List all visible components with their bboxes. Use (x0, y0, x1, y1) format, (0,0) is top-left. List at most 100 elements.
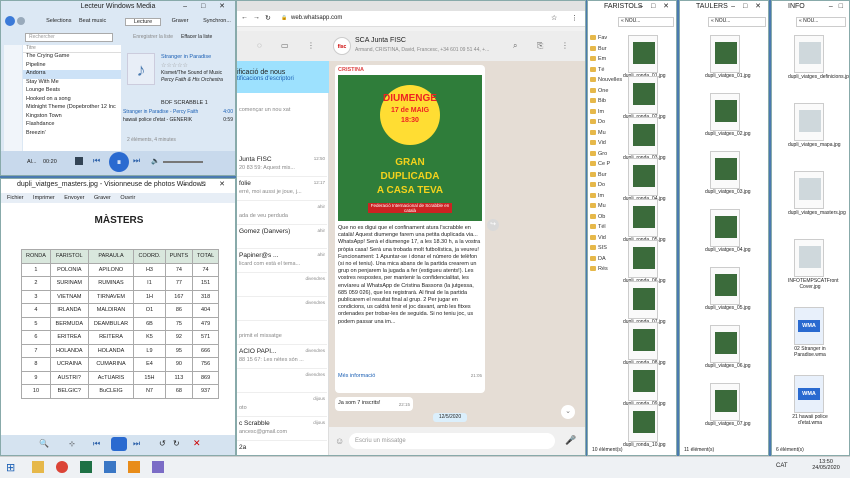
chat-item[interactable]: ACIÓ PAPI... 88 15 67: Les nètes són ... d… (237, 345, 327, 369)
image-thumbnail[interactable] (710, 93, 740, 131)
chat-item[interactable]: 2a (237, 441, 327, 455)
forward-icon[interactable]: ↪ (487, 219, 499, 231)
file-name[interactable]: dupli_viatges_definicions.jpg (788, 74, 849, 80)
image-thumbnail[interactable] (794, 239, 824, 277)
file-name[interactable]: dupli_viatges_masters.jpg (788, 210, 846, 216)
scroll-down-button[interactable]: ⌄ (561, 405, 575, 419)
chat-item[interactable]: oto dijous (237, 393, 327, 417)
slideshow-button[interactable] (111, 437, 127, 451)
nav-tree-item[interactable]: Té (590, 67, 604, 73)
window-controls[interactable]: – □ ✕ (183, 1, 231, 13)
volume-icon[interactable]: 🔈 (151, 157, 160, 165)
star-icon[interactable]: ☆ (551, 14, 557, 22)
delete-icon[interactable]: ✕ (193, 438, 201, 449)
nav-beat-music[interactable]: Beat music (79, 18, 106, 24)
search-chats[interactable]: començar un nou xat (239, 107, 290, 113)
rotate-right-icon[interactable]: ↻ (173, 439, 180, 448)
taulers-path[interactable]: « NOU... (708, 17, 766, 27)
stop-icon[interactable] (75, 157, 83, 165)
file-name[interactable]: dupli_viatges_07.jpg (705, 421, 751, 427)
image-thumbnail[interactable] (710, 325, 740, 363)
notification-banner[interactable]: ificació de nous tificacions d'escriptor… (237, 61, 329, 93)
media-player-taskbar-icon[interactable] (128, 461, 140, 473)
track-item[interactable]: Stay With Me (23, 79, 121, 88)
chat-item[interactable]: ada de veu perduda ahir (237, 201, 327, 225)
image-thumbnail[interactable] (710, 267, 740, 305)
image-thumbnail[interactable] (710, 209, 740, 247)
chat-item[interactable]: primit el missatge (237, 321, 327, 345)
language-indicator[interactable]: CAT (776, 463, 788, 469)
audio-file-icon[interactable]: WMA (794, 375, 824, 413)
file-name[interactable]: dupli_viatges_02.jpg (705, 131, 751, 137)
word-taskbar-icon[interactable] (104, 461, 116, 473)
image-thumbnail[interactable] (628, 404, 658, 442)
image-thumbnail[interactable] (628, 199, 658, 237)
image-thumbnail[interactable] (794, 103, 824, 141)
back-icon[interactable]: ← (241, 14, 248, 21)
file-name[interactable]: 21 hawaii police d'etat.wma (788, 414, 832, 426)
audio-file-icon[interactable]: WMA (794, 307, 824, 345)
track-item[interactable]: Pipeline (23, 62, 121, 71)
tab-synchron[interactable]: Synchron... (199, 18, 235, 24)
excel-taskbar-icon[interactable] (80, 461, 92, 473)
nav-tree-item[interactable]: Bur (590, 172, 607, 178)
nav-selections[interactable]: Selections (46, 18, 71, 24)
nav-tree-item[interactable]: Fav (590, 35, 607, 41)
track-item[interactable]: Lounge Beats (23, 87, 121, 96)
notification-link[interactable]: tificacions d'escriptori (237, 76, 327, 82)
volume-slider[interactable] (163, 161, 203, 163)
fit-icon[interactable]: ⊹ (69, 440, 75, 448)
tab-graver[interactable]: Graver (163, 18, 197, 24)
faristols-path[interactable]: « NOU... (618, 17, 674, 27)
chat-name[interactable]: SCA Junta FISC (355, 37, 406, 44)
window-controls[interactable]: – □ (829, 1, 845, 13)
info-path[interactable]: « NOU... (796, 17, 846, 27)
nav-tree-item[interactable]: Tél (590, 224, 606, 230)
file-name[interactable]: dupli_viatges_04.jpg (705, 247, 751, 253)
nav-tree-item[interactable]: Bib (590, 98, 606, 104)
group-avatar[interactable]: fisc (333, 37, 351, 55)
window-controls[interactable]: – □ ✕ (731, 1, 764, 13)
attach-icon[interactable]: ⎘ (537, 41, 543, 51)
chat-item[interactable]: Papiner@s ... licard com està el tema... a… (237, 249, 327, 273)
nav-tree-item[interactable]: SIS (590, 245, 607, 251)
track-item[interactable]: Flashdance (23, 121, 121, 130)
image-thumbnail[interactable] (794, 171, 824, 209)
menu-ouvrir[interactable]: Ouvrir (120, 195, 135, 201)
chat-item[interactable]: divendres (237, 369, 327, 393)
photos-taskbar-icon[interactable] (152, 461, 164, 473)
playlist-item[interactable]: hawaii police d'etat - GENERIK 0:59 (123, 117, 233, 125)
track-item[interactable]: Midnight Theme (Dopebrother 12 Inc (23, 104, 121, 113)
nav-tree-item[interactable]: Em (590, 56, 606, 62)
nav-tree-item[interactable]: Im (590, 193, 604, 199)
file-name[interactable]: dupli_viatges_01.jpg (705, 73, 751, 79)
image-thumbnail[interactable] (794, 35, 824, 73)
previous-icon[interactable]: ⏮ (93, 156, 100, 166)
menu-icon[interactable]: ⋮ (561, 41, 569, 50)
file-name[interactable]: dupli_viatges_05.jpg (705, 305, 751, 311)
nav-tree-item[interactable]: Mu (590, 203, 606, 209)
menu-fichier[interactable]: Fichier (7, 195, 24, 201)
image-thumbnail[interactable] (628, 363, 658, 401)
forward-icon[interactable]: → (253, 14, 260, 21)
nav-tree-item[interactable]: DA (590, 256, 606, 262)
reload-icon[interactable]: ↻ (265, 14, 271, 22)
menu-envoyer[interactable]: Envoyer (64, 195, 84, 201)
window-controls[interactable]: – □ ✕ (183, 179, 231, 191)
playlist-item[interactable]: Stranger in Paradise - Percy Faith 4:00 (123, 109, 233, 117)
chat-item[interactable]: divendres (237, 297, 327, 321)
image-thumbnail[interactable] (710, 151, 740, 189)
tab-lecture[interactable]: Lecture (125, 18, 161, 26)
nav-tree-item[interactable]: Vid (590, 235, 606, 241)
nav-tree-item[interactable]: Bur (590, 46, 607, 52)
menu-imprimer[interactable]: Imprimer (33, 195, 55, 201)
image-thumbnail[interactable] (628, 35, 658, 73)
chat-item[interactable]: Gomez (Danvers) ahir (237, 225, 327, 249)
image-thumbnail[interactable] (628, 240, 658, 278)
nav-tree-item[interactable]: Vid (590, 140, 606, 146)
track-item[interactable]: Hooked on a song (23, 96, 121, 105)
poster-image[interactable]: DIUMENGE 17 de MAIG 18:30 GRAN DUPLICADA… (338, 75, 482, 221)
microphone-icon[interactable]: 🎤 (565, 435, 576, 446)
start-button[interactable]: ⊞ (6, 461, 15, 474)
nav-tree-item[interactable]: Gro (590, 151, 607, 157)
